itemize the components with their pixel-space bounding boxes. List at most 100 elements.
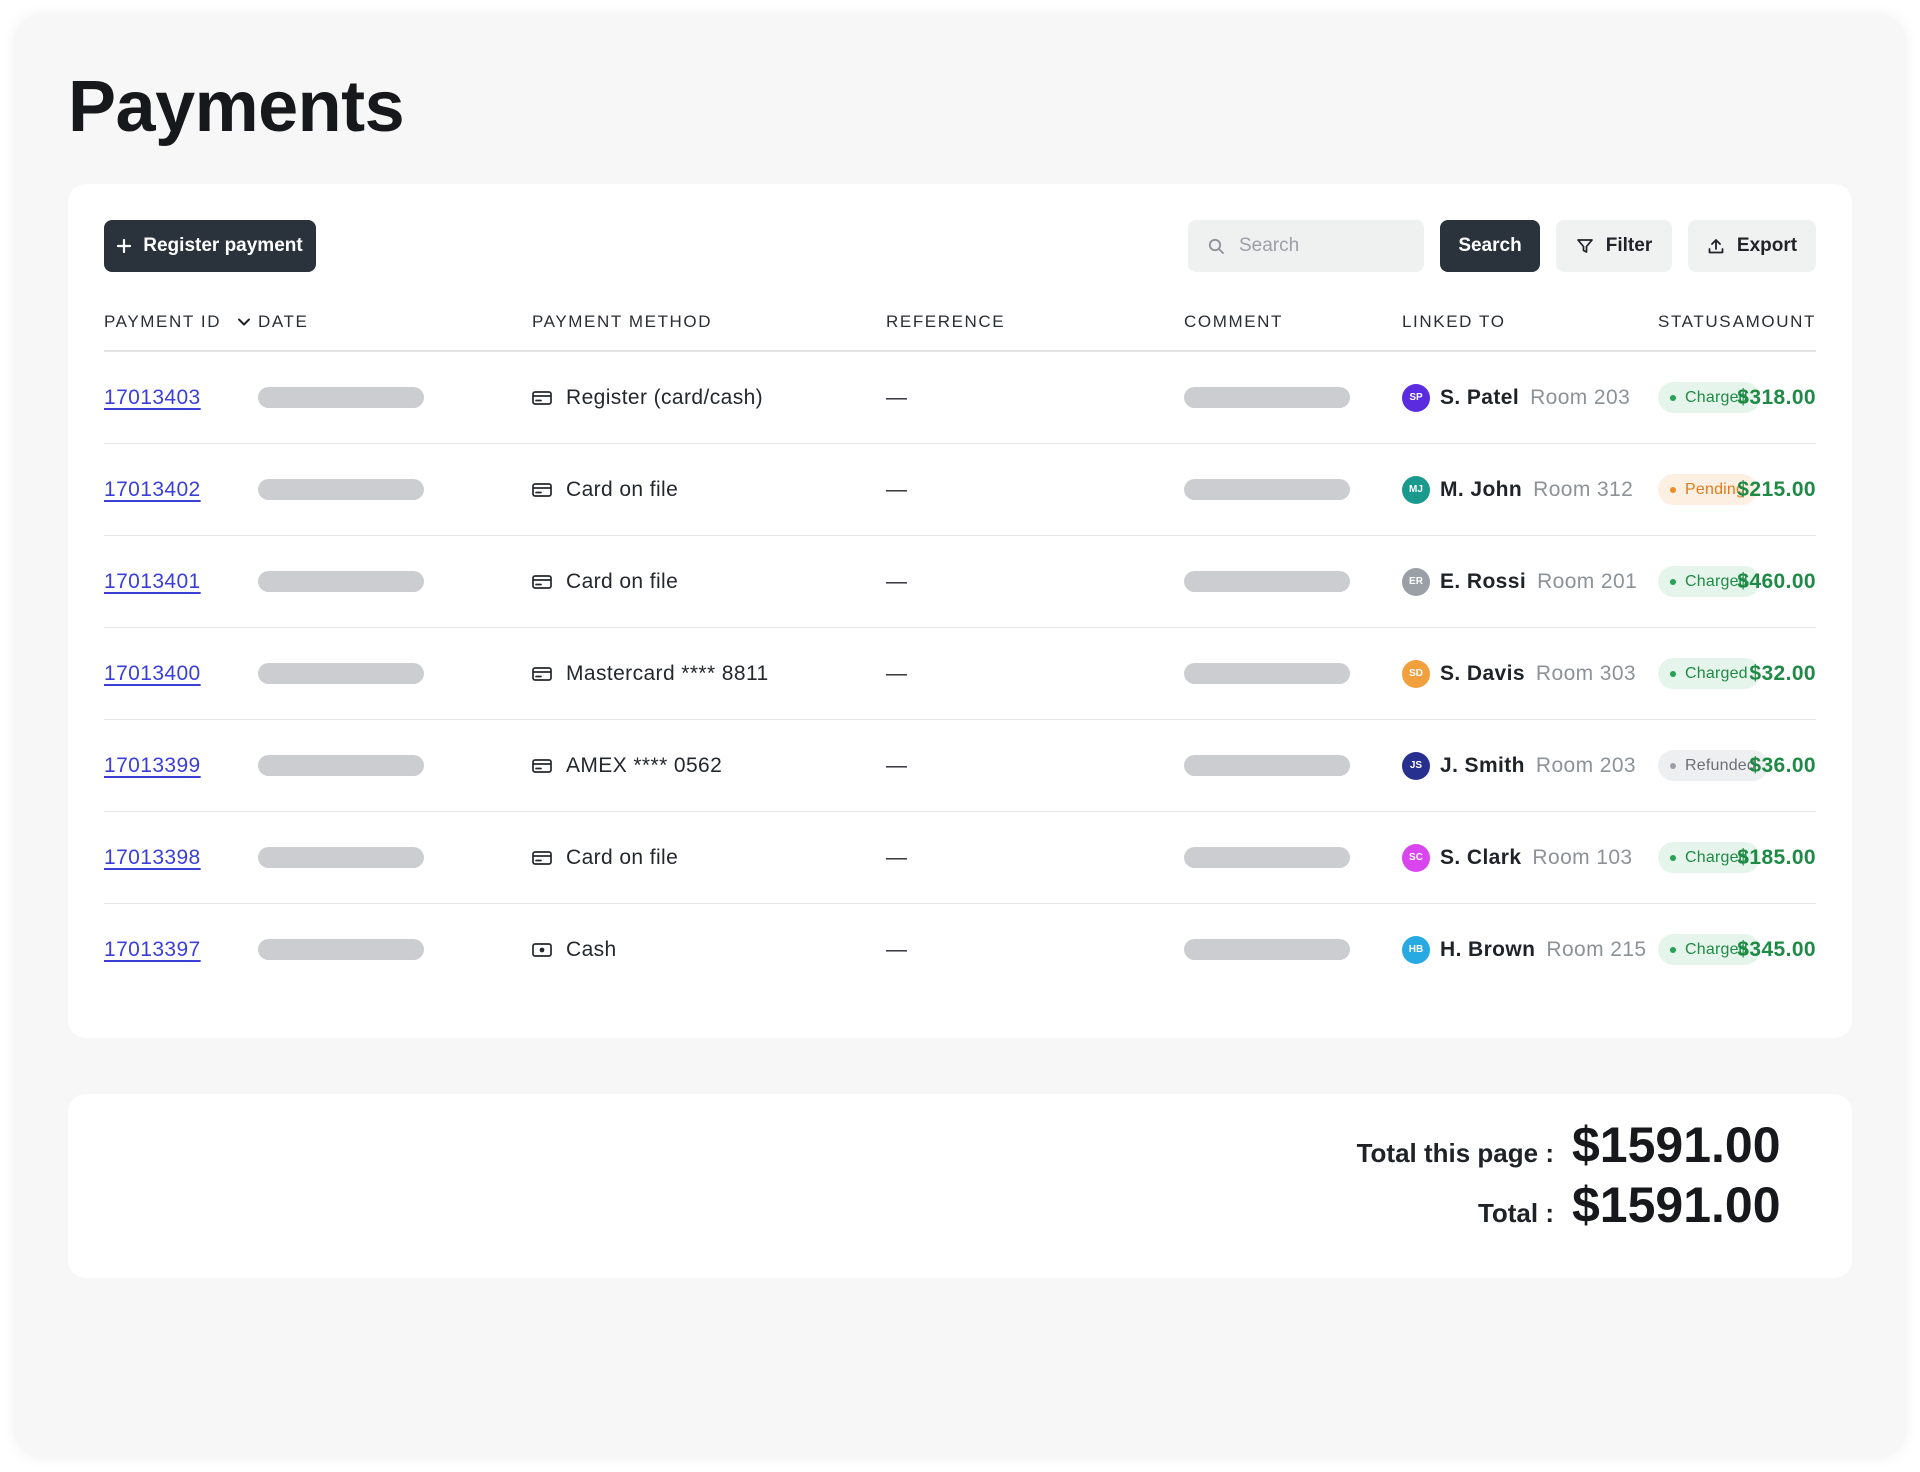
date-cell — [258, 904, 424, 995]
comment-cell — [1184, 812, 1350, 903]
payment-id-cell: 17013402 — [104, 444, 201, 535]
reference-cell: — — [886, 569, 908, 593]
register-payment-button[interactable]: Register payment — [104, 220, 316, 272]
payments-card: Register payment Search Filter Export PA… — [68, 184, 1852, 1038]
date-cell — [258, 812, 424, 903]
date-placeholder — [258, 847, 424, 868]
filter-label: Filter — [1605, 235, 1653, 256]
linked-to-cell[interactable]: SP S. Patel Room 203 — [1402, 352, 1630, 443]
amount-cell: $345.00 — [1737, 937, 1816, 961]
filter-button[interactable]: Filter — [1556, 220, 1672, 272]
search-input[interactable] — [1237, 234, 1421, 258]
total-this-page-value: $1591.00 — [1572, 1117, 1781, 1173]
payment-id-link[interactable]: 17013401 — [104, 570, 201, 594]
payment-method-cell: AMEX **** 0562 — [532, 720, 722, 811]
amount-cell: $36.00 — [1749, 753, 1816, 777]
payment-method-cell: Register (card/cash) — [532, 352, 763, 443]
avatar: SD — [1402, 659, 1430, 688]
linked-to-cell[interactable]: JS J. Smith Room 203 — [1402, 720, 1636, 811]
payment-id-link[interactable]: 17013398 — [104, 846, 201, 870]
comment-cell — [1184, 628, 1350, 719]
reference-cell: — — [886, 845, 908, 869]
payment-method-cell: Card on file — [532, 444, 678, 535]
table-row: 17013400 Mastercard **** 8811 — SD S. Davis R… — [104, 628, 1816, 720]
guest-name: H. Brown — [1440, 937, 1536, 961]
payment-method-text: AMEX **** 0562 — [566, 753, 723, 777]
payments-table-body: 17013403 Register (card/cash) — SP S. Patel R… — [104, 352, 1816, 995]
guest-name: S. Clark — [1440, 845, 1522, 869]
guest-name: S. Patel — [1440, 385, 1520, 409]
room-label: Room 312 — [1533, 477, 1634, 501]
payment-id-link[interactable]: 17013402 — [104, 478, 201, 502]
avatar: ER — [1402, 567, 1430, 596]
payment-id-cell: 17013403 — [104, 352, 201, 443]
date-placeholder — [258, 663, 424, 684]
reference-cell: — — [886, 937, 908, 961]
payment-method-text: Card on file — [566, 477, 679, 501]
header-linked-to: LINKED TO — [1402, 312, 1506, 331]
search-field[interactable] — [1188, 220, 1424, 272]
header-status: STATUS — [1658, 312, 1733, 331]
date-cell — [258, 536, 424, 627]
export-button[interactable]: Export — [1688, 220, 1816, 272]
linked-to-cell[interactable]: SD S. Davis Room 303 — [1402, 628, 1636, 719]
payment-id-link[interactable]: 17013399 — [104, 754, 201, 778]
card-icon — [532, 574, 552, 590]
table-row: 17013401 Card on file — ER E. Rossi Room 201 C… — [104, 536, 1816, 628]
card-icon — [532, 482, 552, 498]
filter-icon — [1576, 237, 1594, 255]
payment-id-link[interactable]: 17013397 — [104, 938, 201, 962]
payment-id-link[interactable]: 17013403 — [104, 386, 201, 410]
date-placeholder — [258, 479, 424, 500]
page-title: Payments — [68, 67, 405, 147]
guest-name: J. Smith — [1440, 753, 1525, 777]
linked-to-cell[interactable]: HB H. Brown Room 215 — [1402, 904, 1646, 995]
status-cell: Charged — [1658, 628, 1760, 719]
payment-id-cell: 17013401 — [104, 536, 201, 627]
payment-method-text: Register (card/cash) — [566, 385, 764, 409]
status-dot — [1670, 762, 1676, 769]
guest-name: E. Rossi — [1440, 569, 1527, 593]
status-badge: Charged — [1658, 658, 1760, 689]
register-payment-label: Register payment — [143, 235, 303, 256]
date-placeholder — [258, 387, 424, 408]
export-label: Export — [1736, 235, 1798, 256]
payment-method-cell: Cash — [532, 904, 617, 995]
date-cell — [258, 352, 424, 443]
comment-cell — [1184, 444, 1350, 535]
app-window: Payments Register payment Search Filter — [14, 14, 1906, 1458]
cash-icon — [532, 942, 552, 958]
table-row: 17013398 Card on file — SC S. Clark Room 103 C… — [104, 812, 1816, 904]
avatar: SP — [1402, 383, 1430, 412]
payment-method-text: Mastercard **** 8811 — [566, 661, 769, 685]
room-label: Room 201 — [1537, 569, 1638, 593]
status-dot — [1670, 670, 1676, 677]
linked-to-cell[interactable]: SC S. Clark Room 103 — [1402, 812, 1633, 903]
payment-id-link[interactable]: 17013400 — [104, 662, 201, 686]
chevron-down-icon[interactable] — [237, 317, 251, 327]
payment-method-cell: Card on file — [532, 536, 678, 627]
date-placeholder — [258, 571, 424, 592]
status-dot — [1670, 946, 1676, 953]
payment-method-text: Card on file — [566, 569, 679, 593]
card-icon — [532, 758, 552, 774]
status-dot — [1670, 486, 1676, 493]
plus-icon — [117, 239, 132, 253]
upload-icon — [1707, 237, 1725, 255]
linked-to-cell[interactable]: ER E. Rossi Room 201 — [1402, 536, 1637, 627]
card-icon — [532, 850, 552, 866]
linked-to-cell[interactable]: MJ M. John Room 312 — [1402, 444, 1633, 535]
header-payment-method: PAYMENT METHOD — [532, 312, 713, 331]
comment-placeholder — [1184, 847, 1350, 868]
comment-placeholder — [1184, 663, 1350, 684]
header-payment-id[interactable]: PAYMENT ID — [104, 312, 251, 332]
reference-cell: — — [886, 661, 908, 685]
status-text: Refunded — [1685, 756, 1756, 774]
comment-placeholder — [1184, 939, 1350, 960]
search-button[interactable]: Search — [1440, 220, 1540, 272]
table-header: PAYMENT ID DATE PAYMENT METHOD REFERENCE… — [104, 292, 1816, 352]
header-comment: COMMENT — [1184, 312, 1284, 331]
payment-method-cell: Mastercard **** 8811 — [532, 628, 769, 719]
payment-id-cell: 17013399 — [104, 720, 201, 811]
total-label: Total : — [1477, 1198, 1554, 1228]
